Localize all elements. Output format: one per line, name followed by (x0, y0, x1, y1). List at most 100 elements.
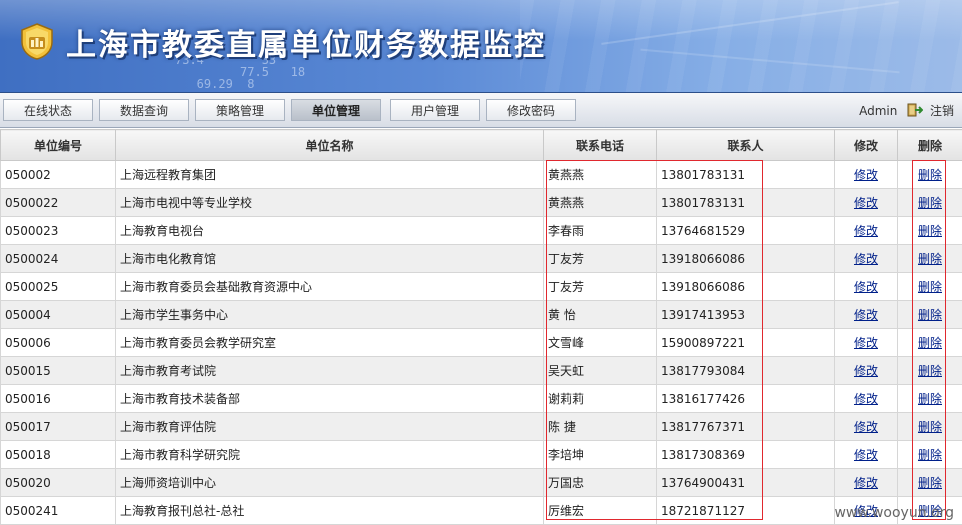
table-row: 050020上海师资培训中心万国忠13764900431修改删除 (1, 469, 962, 497)
cell-unit-code: 0500241 (1, 497, 116, 525)
cell-delete: 删除 (898, 161, 962, 189)
edit-link[interactable]: 修改 (854, 224, 878, 238)
cell-unit-name: 上海教育报刊总社-总社 (116, 497, 544, 525)
edit-link[interactable]: 修改 (854, 364, 878, 378)
delete-link[interactable]: 删除 (918, 280, 942, 294)
cell-unit-code: 0500024 (1, 245, 116, 273)
table-row: 050017上海市教育评估院陈 捷13817767371修改删除 (1, 413, 962, 441)
cell-contact-person: 文雪峰 (544, 329, 657, 357)
edit-link[interactable]: 修改 (854, 336, 878, 350)
unit-table: 单位编号 单位名称 联系电话 联系人 修改 删除 050002上海远程教育集团黄… (0, 129, 962, 525)
cell-delete: 删除 (898, 273, 962, 301)
cell-phone: 13918066086 (657, 245, 835, 273)
cell-unit-code: 050015 (1, 357, 116, 385)
cell-edit: 修改 (835, 245, 898, 273)
cell-unit-code: 050004 (1, 301, 116, 329)
cell-phone: 13817308369 (657, 441, 835, 469)
table-row: 050004上海市学生事务中心黄 怡13917413953修改删除 (1, 301, 962, 329)
edit-link[interactable]: 修改 (854, 392, 878, 406)
col-header-phone: 联系电话 (544, 130, 657, 161)
cell-delete: 删除 (898, 301, 962, 329)
delete-link[interactable]: 删除 (918, 224, 942, 238)
delete-link[interactable]: 删除 (918, 476, 942, 490)
cell-unit-name: 上海市教育评估院 (116, 413, 544, 441)
cell-contact-person: 黄 怡 (544, 301, 657, 329)
edit-link[interactable]: 修改 (854, 476, 878, 490)
cell-contact-person: 李培坤 (544, 441, 657, 469)
cell-delete: 删除 (898, 469, 962, 497)
table-row: 0500023上海教育电视台李春雨13764681529修改删除 (1, 217, 962, 245)
cell-unit-code: 0500022 (1, 189, 116, 217)
nav-bar: 在线状态 数据查询 策略管理 单位管理 用户管理 修改密码 Admin 注销 (0, 93, 962, 128)
logo-icon (18, 22, 56, 60)
tab-unit-management[interactable]: 单位管理 (291, 99, 381, 121)
tab-data-query[interactable]: 数据查询 (99, 99, 189, 121)
table-row: 050006上海市教育委员会教学研究室文雪峰15900897221修改删除 (1, 329, 962, 357)
edit-link[interactable]: 修改 (854, 308, 878, 322)
cell-unit-name: 上海市电化教育馆 (116, 245, 544, 273)
cell-unit-name: 上海市教育委员会教学研究室 (116, 329, 544, 357)
edit-link[interactable]: 修改 (854, 448, 878, 462)
cell-phone: 13764900431 (657, 469, 835, 497)
delete-link[interactable]: 删除 (918, 364, 942, 378)
col-header-delete: 删除 (898, 130, 962, 161)
cell-unit-code: 050016 (1, 385, 116, 413)
table-row: 0500025上海市教育委员会基础教育资源中心丁友芳13918066086修改删… (1, 273, 962, 301)
tab-online-status[interactable]: 在线状态 (3, 99, 93, 121)
cell-phone: 13918066086 (657, 273, 835, 301)
banner-stripes (520, 0, 962, 92)
watermark: www.wooyun.org (834, 505, 954, 521)
cell-contact-person: 李春雨 (544, 217, 657, 245)
cell-contact-person: 厉维宏 (544, 497, 657, 525)
edit-link[interactable]: 修改 (854, 168, 878, 182)
logout-link[interactable]: 注销 (930, 104, 954, 118)
cell-unit-name: 上海市教育考试院 (116, 357, 544, 385)
tab-change-password[interactable]: 修改密码 (486, 99, 576, 121)
cell-phone: 13816177426 (657, 385, 835, 413)
delete-link[interactable]: 删除 (918, 168, 942, 182)
cell-edit: 修改 (835, 413, 898, 441)
cell-contact-person: 丁友芳 (544, 245, 657, 273)
header-banner: 73.4 33 77.5 18 69.29 8 上海市教委直属单位财务数据监控 (0, 0, 962, 93)
col-header-contact: 联系人 (657, 130, 835, 161)
cell-edit: 修改 (835, 329, 898, 357)
cell-edit: 修改 (835, 189, 898, 217)
cell-contact-person: 陈 捷 (544, 413, 657, 441)
cell-unit-name: 上海师资培训中心 (116, 469, 544, 497)
cell-contact-person: 谢莉莉 (544, 385, 657, 413)
edit-link[interactable]: 修改 (854, 280, 878, 294)
logout-icon[interactable] (907, 103, 923, 117)
table-row: 050018上海市教育科学研究院李培坤13817308369修改删除 (1, 441, 962, 469)
cell-unit-code: 050017 (1, 413, 116, 441)
delete-link[interactable]: 删除 (918, 308, 942, 322)
cell-edit: 修改 (835, 469, 898, 497)
cell-unit-name: 上海远程教育集团 (116, 161, 544, 189)
table-row: 0500241上海教育报刊总社-总社厉维宏18721871127修改删除 (1, 497, 962, 525)
cell-unit-code: 050002 (1, 161, 116, 189)
delete-link[interactable]: 删除 (918, 196, 942, 210)
delete-link[interactable]: 删除 (918, 336, 942, 350)
table-row: 050002上海远程教育集团黄燕燕13801783131修改删除 (1, 161, 962, 189)
table-row: 050015上海市教育考试院吴天虹13817793084修改删除 (1, 357, 962, 385)
tab-user-management[interactable]: 用户管理 (390, 99, 480, 121)
tab-policy-management[interactable]: 策略管理 (195, 99, 285, 121)
cell-delete: 删除 (898, 217, 962, 245)
cell-contact-person: 黄燕燕 (544, 189, 657, 217)
cell-unit-name: 上海市教育委员会基础教育资源中心 (116, 273, 544, 301)
cell-contact-person: 万国忠 (544, 469, 657, 497)
delete-link[interactable]: 删除 (918, 420, 942, 434)
table-row: 050016上海市教育技术装备部谢莉莉13816177426 修改 删除 (1, 385, 962, 413)
cell-unit-name: 上海市教育技术装备部 (116, 385, 544, 413)
cell-edit: 修改 (835, 385, 898, 413)
cell-edit: 修改 (835, 273, 898, 301)
cell-unit-code: 0500025 (1, 273, 116, 301)
cell-phone: 15900897221 (657, 329, 835, 357)
cell-unit-code: 0500023 (1, 217, 116, 245)
edit-link[interactable]: 修改 (854, 252, 878, 266)
edit-link[interactable]: 修改 (854, 420, 878, 434)
delete-link[interactable]: 删除 (918, 252, 942, 266)
delete-link[interactable]: 删除 (918, 392, 942, 406)
edit-link[interactable]: 修改 (854, 196, 878, 210)
delete-link[interactable]: 删除 (918, 448, 942, 462)
cell-unit-code: 050018 (1, 441, 116, 469)
